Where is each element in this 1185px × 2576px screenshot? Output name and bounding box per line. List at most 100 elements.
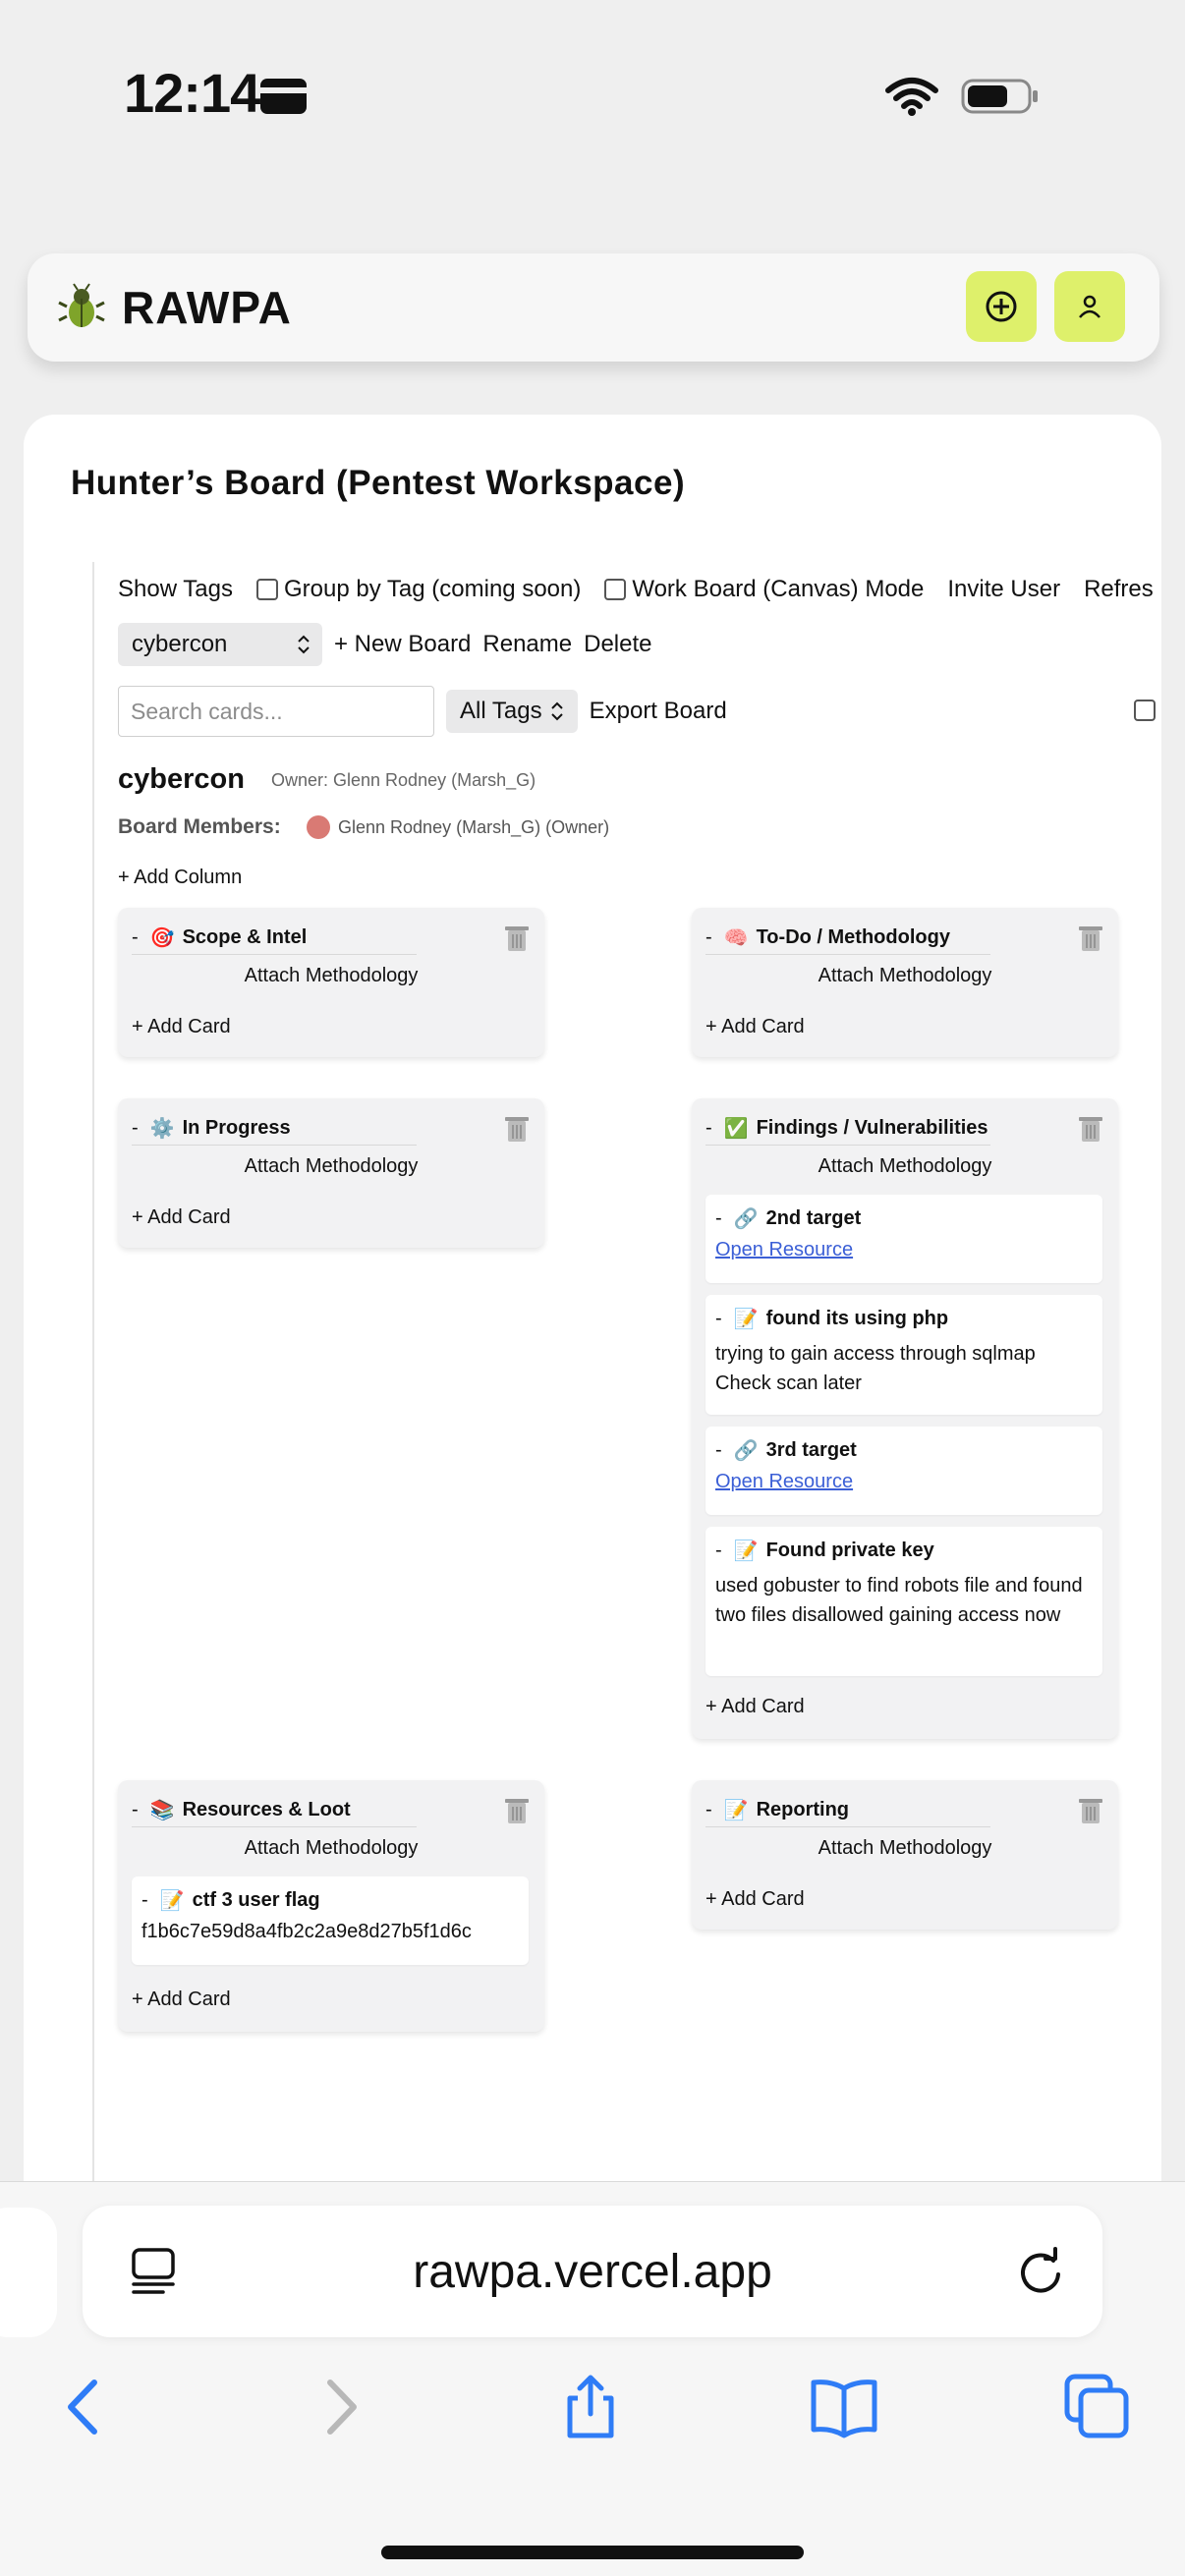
attach-methodology-button[interactable]: Attach Methodology — [692, 1155, 1118, 1178]
link-icon: 🔗 — [733, 1208, 759, 1230]
show-tags-button[interactable]: Show Tags — [118, 576, 233, 603]
trash-icon[interactable] — [1077, 1796, 1104, 1825]
add-card-button[interactable]: + Add Card — [705, 1696, 805, 1718]
column-title[interactable]: Resources & Loot — [183, 1799, 351, 1821]
url-text: rawpa.vercel.app — [413, 2246, 772, 2298]
column-resources-loot: - 📚 Resources & Loot Attach Methodology … — [118, 1780, 544, 2032]
member-name: Glenn Rodney (Marsh_G) (Owner) — [338, 817, 610, 837]
column-title[interactable]: To-Do / Methodology — [757, 926, 950, 949]
share-icon[interactable] — [556, 2373, 625, 2441]
target-icon: 🎯 — [149, 927, 175, 949]
add-column-button[interactable]: + Add Column — [118, 867, 242, 889]
collapse-toggle[interactable]: - — [715, 1439, 722, 1462]
attach-methodology-button[interactable]: Attach Methodology — [118, 1837, 544, 1860]
trash-icon[interactable] — [503, 924, 531, 953]
column-title[interactable]: Scope & Intel — [183, 926, 308, 949]
add-card-button[interactable]: + Add Card — [705, 1016, 805, 1038]
add-card-button[interactable]: + Add Card — [132, 1988, 231, 2011]
attach-methodology-button[interactable]: Attach Methodology — [692, 1837, 1118, 1860]
column-todo-methodology: - 🧠 To-Do / Methodology Attach Methodolo… — [692, 908, 1118, 1057]
card-header: - 📝 Found private key — [715, 1539, 1093, 1563]
card[interactable]: - 📝 found its using php trying to gain a… — [705, 1295, 1102, 1415]
collapse-toggle[interactable]: - — [705, 1799, 712, 1821]
memo-icon: 📝 — [159, 1890, 185, 1912]
card-header: - 📝 found its using php — [715, 1307, 1093, 1331]
trash-icon[interactable] — [503, 1114, 531, 1144]
delete-button[interactable]: Delete — [584, 631, 651, 658]
collapse-toggle[interactable]: - — [705, 1117, 712, 1140]
toolbar-row-1: Show Tags Group by Tag (coming soon) Wor… — [118, 576, 1161, 603]
invite-user-button[interactable]: Invite User — [947, 576, 1060, 603]
board-name: cybercon — [118, 763, 245, 795]
collapse-toggle[interactable]: - — [132, 926, 139, 949]
card-body: f1b6c7e59d8a4fb2c2a9e8d27b5f1d6c — [141, 1921, 472, 1942]
search-input[interactable] — [118, 686, 434, 737]
add-circle-icon — [986, 291, 1017, 322]
column-reporting: - 📝 Reporting Attach Methodology + Add C… — [692, 1780, 1118, 1930]
work-board-mode-checkbox[interactable] — [604, 579, 627, 600]
tabs-icon[interactable] — [1063, 2373, 1132, 2441]
reload-icon[interactable] — [1014, 2245, 1067, 2298]
board-panel: Hunter’s Board (Pentest Workspace) Show … — [24, 415, 1161, 2183]
collapse-toggle[interactable]: - — [132, 1799, 139, 1821]
collapse-toggle[interactable]: - — [715, 1540, 722, 1562]
add-card-button[interactable]: + Add Card — [132, 1206, 231, 1229]
battery-icon — [961, 79, 1038, 114]
tags-select-value: All Tags — [460, 698, 542, 724]
open-resource-link[interactable]: Open Resource — [715, 1471, 853, 1493]
attach-methodology-button[interactable]: Attach Methodology — [692, 965, 1118, 987]
wifi-icon — [885, 78, 938, 116]
back-icon[interactable] — [51, 2373, 120, 2441]
group-by-tag-checkbox[interactable] — [255, 579, 278, 600]
address-bar[interactable]: rawpa.vercel.app — [83, 2206, 1102, 2337]
work-board-mode-toggle[interactable]: Work Board (Canvas) Mode — [604, 576, 924, 603]
add-card-button[interactable]: + Add Card — [705, 1888, 805, 1911]
app-header: RAWPA — [28, 253, 1159, 362]
card-title: ctf 3 user flag — [192, 1889, 320, 1911]
status-time: 12:14 — [124, 62, 260, 124]
collapse-toggle[interactable]: - — [715, 1308, 722, 1330]
column-in-progress: - ⚙️ In Progress Attach Methodology + Ad… — [118, 1098, 544, 1248]
add-button[interactable] — [966, 271, 1037, 342]
collapse-toggle[interactable]: - — [132, 1117, 139, 1140]
trash-icon[interactable] — [1077, 1114, 1104, 1144]
brain-icon: 🧠 — [723, 927, 749, 949]
new-board-button[interactable]: + New Board — [334, 631, 471, 658]
tags-select[interactable]: All Tags — [446, 690, 578, 733]
card-header: - 🔗 2nd target — [715, 1206, 1093, 1231]
link-icon: 🔗 — [733, 1440, 759, 1462]
add-card-button[interactable]: + Add Card — [132, 1016, 231, 1038]
previous-tab-preview[interactable] — [0, 2208, 57, 2337]
card[interactable]: - 🔗 2nd target Open Resource — [705, 1195, 1102, 1283]
card[interactable]: - 🔗 3rd target Open Resource — [705, 1427, 1102, 1515]
card-header: - 📝 ctf 3 user flag — [141, 1888, 519, 1913]
rename-button[interactable]: Rename — [482, 631, 572, 658]
trash-icon[interactable] — [503, 1796, 531, 1825]
group-by-tag-label: Group by Tag (coming soon) — [283, 576, 582, 602]
collapse-toggle[interactable]: - — [715, 1207, 722, 1230]
card-title: Found private key — [765, 1540, 934, 1561]
select-toggle-checkbox[interactable] — [1134, 700, 1156, 721]
profile-button[interactable] — [1054, 271, 1125, 342]
collapse-toggle[interactable]: - — [141, 1889, 148, 1912]
toolbar-row-2: cybercon + New Board Rename Delete — [118, 623, 664, 666]
forward-icon[interactable] — [307, 2373, 375, 2441]
card[interactable]: - 📝 ctf 3 user flag f1b6c7e59d8a4fb2c2a9… — [132, 1876, 529, 1965]
group-by-tag-toggle[interactable]: Group by Tag (coming soon) — [255, 576, 582, 603]
collapse-toggle[interactable]: - — [705, 926, 712, 949]
board-select[interactable]: cybercon — [118, 623, 322, 666]
column-title[interactable]: Reporting — [757, 1799, 849, 1821]
column-title[interactable]: Findings / Vulnerabilities — [757, 1117, 988, 1140]
open-resource-link[interactable]: Open Resource — [715, 1239, 853, 1261]
export-board-button[interactable]: Export Board — [590, 698, 727, 725]
app-title: RAWPA — [122, 282, 292, 333]
refresh-button[interactable]: Refres — [1084, 576, 1154, 603]
card[interactable]: - 📝 Found private key used gobuster to f… — [705, 1527, 1102, 1676]
card-body: trying to gain access through sqlmap Che… — [715, 1343, 1036, 1394]
board-select-value: cybercon — [132, 631, 228, 657]
column-title[interactable]: In Progress — [183, 1117, 291, 1140]
attach-methodology-button[interactable]: Attach Methodology — [118, 965, 544, 987]
trash-icon[interactable] — [1077, 924, 1104, 953]
attach-methodology-button[interactable]: Attach Methodology — [118, 1155, 544, 1178]
bookmarks-icon[interactable] — [810, 2373, 878, 2441]
